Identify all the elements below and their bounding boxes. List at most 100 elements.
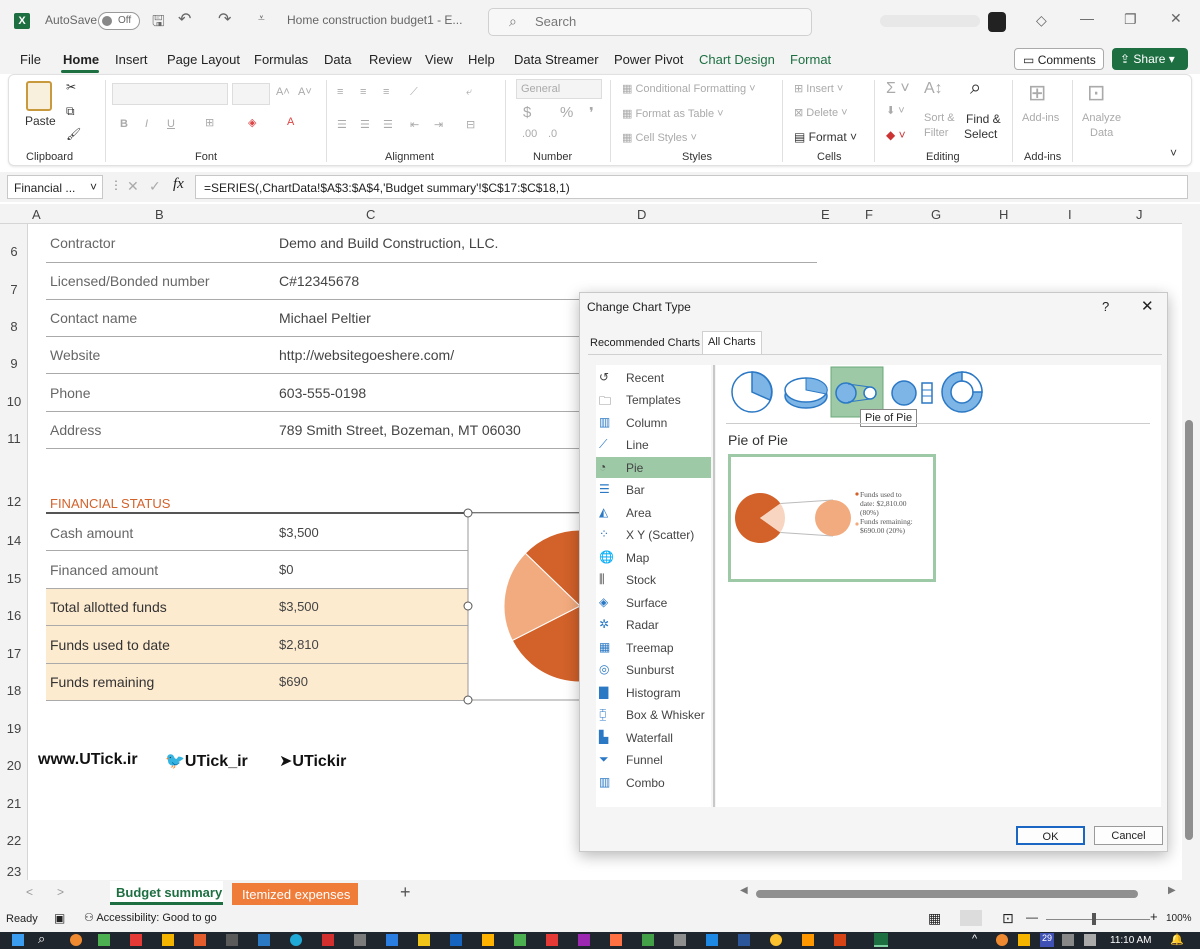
financial-heading[interactable]: FINANCIAL STATUS <box>50 496 170 511</box>
tab-scroll-right-icon[interactable]: > <box>57 885 64 899</box>
increase-decimal-icon[interactable]: .00 <box>522 128 537 140</box>
horizontal-scroll-right-icon[interactable]: ▶ <box>1168 885 1176 896</box>
fill-icon[interactable]: ⬇ ˅ <box>886 104 905 117</box>
align-middle-icon[interactable]: ≡ <box>360 86 366 98</box>
autosave-toggle[interactable]: Off <box>98 12 140 30</box>
row-header[interactable]: 15 <box>0 571 28 586</box>
cancel-entry-icon[interactable]: ✕ <box>127 178 139 195</box>
font-name-dropdown[interactable] <box>112 83 228 105</box>
app-icon[interactable] <box>578 934 590 946</box>
app-icon[interactable] <box>642 934 654 946</box>
chart-type-scatter[interactable]: ⁘ X Y (Scatter) <box>596 524 711 545</box>
insert-function-icon[interactable]: fx <box>173 176 184 193</box>
autosum-icon[interactable]: Σ ˅ <box>886 80 910 98</box>
subtype-3d-pie[interactable] <box>784 377 828 409</box>
save-icon[interactable]: 🖫 <box>152 11 165 36</box>
chart-type-area[interactable]: ◭ Area <box>596 502 711 523</box>
subtype-pie[interactable] <box>731 371 773 413</box>
menu-formulas[interactable]: Formulas <box>254 52 308 67</box>
menu-data-streamer[interactable]: Data Streamer <box>514 52 599 67</box>
accessibility-status[interactable]: ⚇ Accessibility: Good to go <box>84 911 217 924</box>
italic-icon[interactable]: I <box>145 118 148 130</box>
search-taskbar-icon[interactable]: ⌕ <box>38 931 45 947</box>
currency-icon[interactable]: $ <box>523 104 531 121</box>
sheet-tab-budget-summary[interactable]: Budget summary <box>110 881 223 905</box>
chart-type-pie[interactable]: ◔ Pie <box>596 457 711 478</box>
row-header[interactable]: 17 <box>0 646 28 661</box>
format-as-table-button[interactable]: ▦ Format as Table ˅ <box>622 107 724 120</box>
app-icon[interactable] <box>418 934 430 946</box>
tray-chevron-icon[interactable]: ^ <box>972 933 977 945</box>
chart-object[interactable] <box>460 506 584 710</box>
row-header[interactable]: 10 <box>0 394 28 409</box>
number-format-dropdown[interactable]: General <box>516 79 602 99</box>
app-icon[interactable] <box>98 934 110 946</box>
financial-value[interactable]: $690 <box>279 674 308 689</box>
column-header[interactable]: H <box>999 207 1008 222</box>
financial-value[interactable]: $3,500 <box>279 599 319 614</box>
shrink-font-icon[interactable]: A˅ <box>298 86 312 98</box>
close-window-icon[interactable]: ✕ <box>1170 10 1182 27</box>
column-header[interactable]: C <box>366 207 375 222</box>
row-header[interactable]: 16 <box>0 608 28 623</box>
ribbon-collapse-icon[interactable]: ˅ <box>1170 146 1177 160</box>
app-icon[interactable] <box>162 934 174 946</box>
row-header[interactable]: 18 <box>0 683 28 698</box>
app-icon[interactable] <box>322 934 334 946</box>
app-icon[interactable] <box>70 934 82 946</box>
app-icon[interactable] <box>450 934 462 946</box>
decrease-indent-icon[interactable]: ⇤ <box>410 118 419 131</box>
financial-label[interactable]: Funds remaining <box>50 674 154 690</box>
underline-icon[interactable]: U <box>167 118 175 130</box>
account-area[interactable] <box>880 15 980 27</box>
taskbar-clock[interactable]: 11:10 AM <box>1110 935 1152 946</box>
paste-icon[interactable] <box>26 81 52 111</box>
volume-icon[interactable] <box>1084 934 1096 946</box>
app-icon[interactable] <box>258 934 270 946</box>
chart-type-surface[interactable]: ◈ Surface <box>596 592 711 613</box>
align-left-icon[interactable]: ☰ <box>337 118 347 131</box>
column-header[interactable]: A <box>32 207 41 222</box>
normal-view-icon[interactable]: ▦ <box>928 910 941 927</box>
tab-recommended-charts[interactable]: Recommended Charts <box>590 337 700 349</box>
font-color-icon[interactable]: A <box>287 116 294 128</box>
contact-label[interactable]: Contact name <box>50 310 137 326</box>
increase-indent-icon[interactable]: ⇥ <box>434 118 443 131</box>
app-icon[interactable] <box>386 934 398 946</box>
search-box[interactable]: ⌕ Search <box>488 8 812 36</box>
contact-value[interactable]: 603-555-0198 <box>279 385 366 401</box>
column-header[interactable]: F <box>865 207 873 222</box>
fill-color-icon[interactable]: ◈ <box>248 116 256 129</box>
app-icon[interactable] <box>226 934 238 946</box>
wrap-text-icon[interactable]: ⤶ <box>466 86 472 99</box>
chart-type-funnel[interactable]: ⏷ Funnel <box>596 749 711 770</box>
horizontal-scroll-left-icon[interactable]: ◀ <box>740 885 748 896</box>
comments-button[interactable]: ▭ Comments <box>1014 48 1104 70</box>
redo-icon[interactable]: ↷ <box>218 9 231 29</box>
align-right-icon[interactable]: ☰ <box>383 118 393 131</box>
row-header[interactable]: 23 <box>0 864 28 879</box>
row-header[interactable]: 14 <box>0 533 28 548</box>
financial-value[interactable]: $0 <box>279 562 293 577</box>
row-header[interactable]: 21 <box>0 796 28 811</box>
insert-cells-button[interactable]: ⊞ Insert ˅ <box>794 82 843 95</box>
avatar[interactable] <box>988 12 1006 32</box>
financial-label[interactable]: Financed amount <box>50 562 158 578</box>
sort-filter-label-2[interactable]: Filter <box>924 127 948 139</box>
undo-icon[interactable]: ↶ <box>178 9 191 29</box>
chart-type-treemap[interactable]: ▦ Treemap <box>596 637 711 658</box>
align-center-icon[interactable]: ☰ <box>360 118 370 131</box>
zoom-slider[interactable] <box>1046 919 1150 920</box>
row-header[interactable]: 11 <box>0 431 28 446</box>
menu-format[interactable]: Format <box>790 52 831 67</box>
ok-button[interactable]: OK <box>1016 826 1085 845</box>
comma-icon[interactable]: ❜ <box>589 104 594 122</box>
chart-type-bar[interactable]: ☰ Bar <box>596 479 711 500</box>
chart-type-histogram[interactable]: ▇ Histogram <box>596 682 711 703</box>
row-header[interactable]: 20 <box>0 758 28 773</box>
contact-label[interactable]: Contractor <box>50 235 115 251</box>
row-header[interactable]: 6 <box>0 244 28 259</box>
subtype-bar-of-pie[interactable] <box>891 380 933 406</box>
app-icon[interactable] <box>834 934 846 946</box>
contact-label[interactable]: Licensed/Bonded number <box>50 273 210 289</box>
